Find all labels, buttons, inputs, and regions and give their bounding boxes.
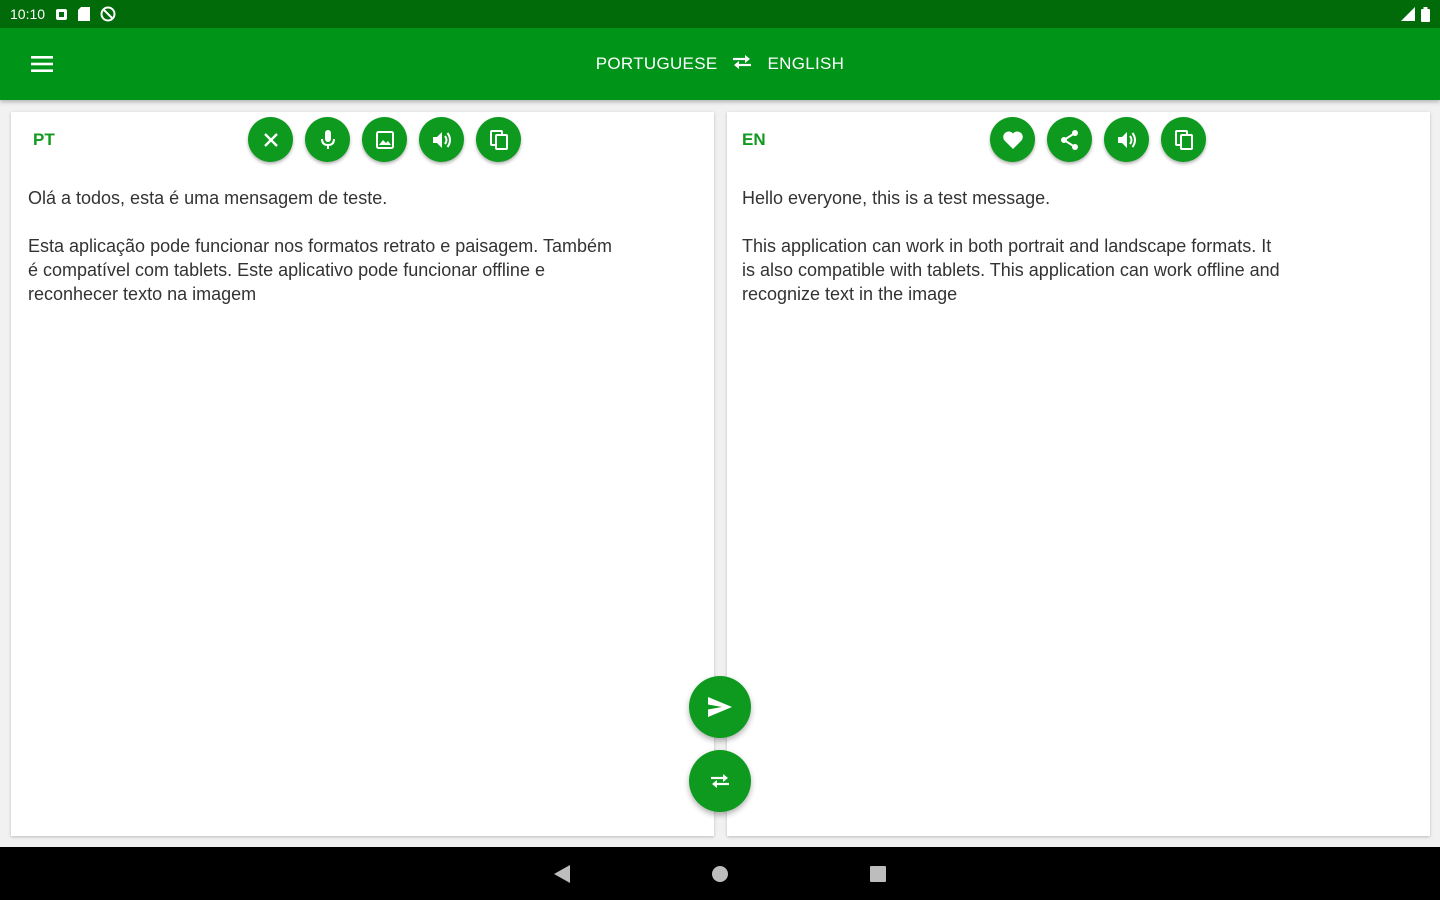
target-language-selector[interactable]: ENGLISH — [767, 54, 844, 74]
share-button[interactable] — [1047, 117, 1092, 162]
home-circle-icon — [712, 865, 728, 882]
clear-button[interactable] — [248, 117, 293, 162]
swap-arrows-icon — [711, 774, 729, 788]
notification-square-icon — [56, 8, 68, 20]
back-button[interactable] — [542, 854, 582, 894]
status-left: 10:10 — [10, 6, 116, 22]
target-language-code: EN — [742, 130, 766, 149]
swap-arrows-icon — [733, 54, 752, 69]
target-actions — [990, 117, 1206, 162]
source-text-input[interactable]: Olá a todos, esta é uma mensagem de test… — [28, 186, 704, 806]
sd-card-icon — [78, 7, 91, 21]
speaker-icon — [432, 131, 451, 148]
signal-icon — [1401, 7, 1415, 21]
target-panel: EN Hello everyone, this is a test messag… — [727, 112, 1430, 836]
image-icon — [375, 130, 394, 149]
status-time: 10:10 — [10, 6, 46, 22]
copy-target-button[interactable] — [1161, 117, 1206, 162]
hamburger-menu-icon — [31, 56, 53, 72]
share-icon — [1060, 129, 1078, 150]
swap-languages-button[interactable] — [731, 54, 753, 75]
menu-button[interactable] — [20, 42, 64, 86]
source-actions — [248, 117, 521, 162]
copy-icon — [489, 129, 508, 150]
speak-source-button[interactable] — [419, 117, 464, 162]
heart-icon — [1002, 130, 1023, 149]
copy-source-button[interactable] — [476, 117, 521, 162]
system-nav-bar — [0, 847, 1440, 900]
favorite-button[interactable] — [990, 117, 1035, 162]
translate-button[interactable] — [689, 676, 751, 738]
source-language-code: PT — [33, 130, 55, 149]
copy-icon — [1174, 129, 1193, 150]
close-icon — [263, 132, 278, 147]
app-bar: PORTUGUESE ENGLISH — [0, 28, 1440, 100]
speaker-icon — [1117, 131, 1136, 148]
swap-languages-fab[interactable] — [689, 750, 751, 812]
translation-output: Hello everyone, this is a test message. … — [742, 188, 1280, 304]
recents-square-icon — [870, 865, 886, 882]
speak-target-button[interactable] — [1104, 117, 1149, 162]
no-data-icon — [100, 6, 116, 22]
source-language-selector[interactable]: PORTUGUESE — [596, 54, 718, 74]
language-switcher: PORTUGUESE ENGLISH — [0, 28, 1440, 100]
home-button[interactable] — [700, 854, 740, 894]
status-right — [1401, 6, 1430, 22]
microphone-icon — [320, 129, 335, 149]
battery-icon — [1421, 6, 1430, 22]
send-icon — [708, 697, 732, 717]
microphone-button[interactable] — [305, 117, 350, 162]
status-bar: 10:10 — [0, 0, 1440, 28]
source-panel: PT Olá a todos, esta é uma mensagem de t… — [11, 112, 714, 836]
back-triangle-icon — [554, 864, 570, 883]
image-button[interactable] — [362, 117, 407, 162]
recents-button[interactable] — [858, 854, 898, 894]
